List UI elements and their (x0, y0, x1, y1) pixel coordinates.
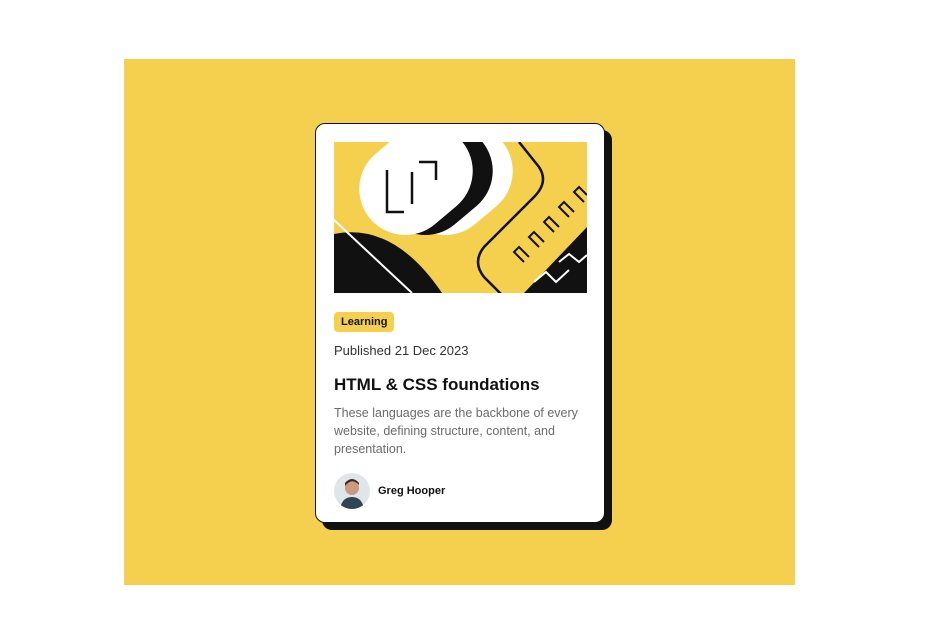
author: Greg Hooper (334, 473, 445, 509)
avatar (334, 473, 370, 509)
author-name: Greg Hooper (378, 485, 446, 497)
category-tag: Learning (334, 312, 395, 332)
card-title[interactable]: HTML & CSS foundations (334, 375, 589, 395)
published-date: Published 21 Dec 2023 (334, 343, 469, 358)
page-background: Learning Published 21 Dec 2023 HTML & CS… (124, 59, 795, 585)
card-description: These languages are the backbone of ever… (334, 406, 578, 456)
hero-illustration (334, 142, 587, 293)
blog-preview-card: Learning Published 21 Dec 2023 HTML & CS… (315, 123, 605, 523)
